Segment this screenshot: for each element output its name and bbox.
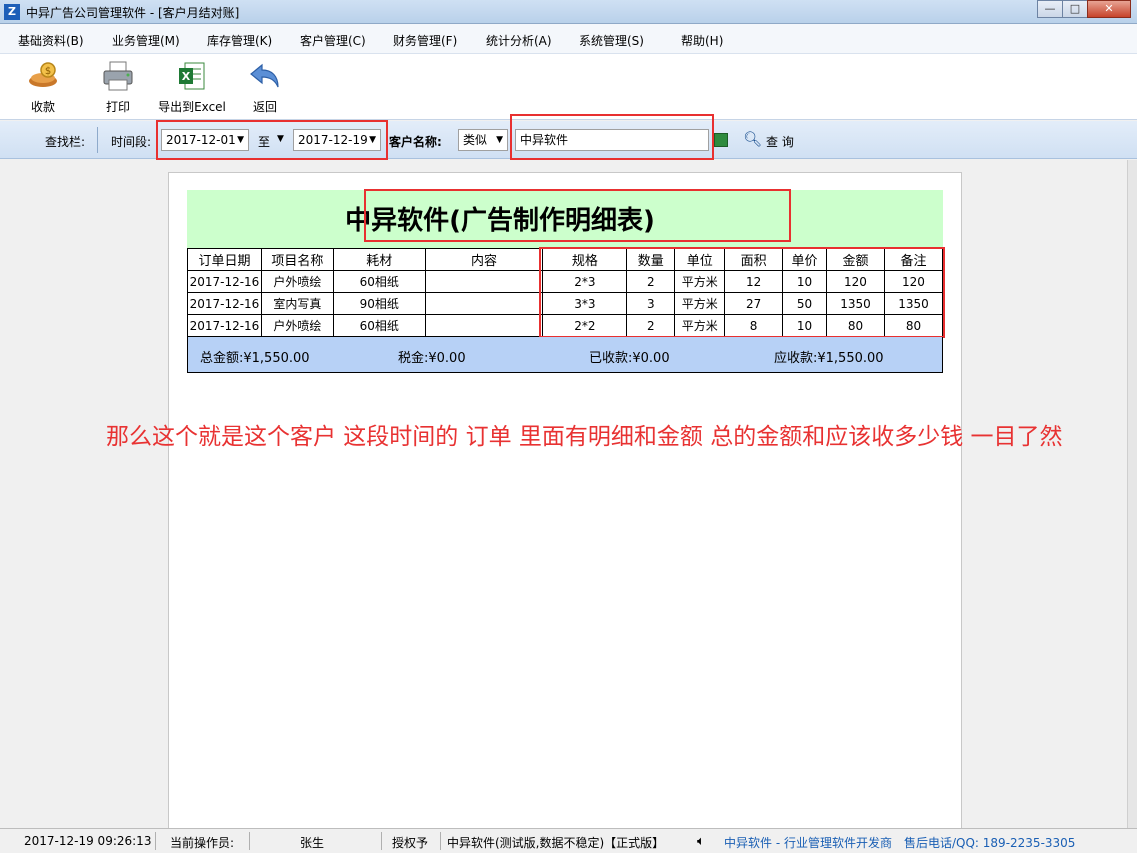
column-header: 内容: [424, 248, 544, 271]
menu-business[interactable]: 业务管理(M): [112, 32, 180, 49]
receive-label: 收款: [30, 100, 55, 114]
receivable-amount: 应收款:¥1,550.00: [774, 351, 884, 366]
print-label: 打印: [105, 100, 130, 114]
menu-finance[interactable]: 财务管理(F): [393, 32, 457, 49]
customer-name-label: 客户名称:: [389, 135, 442, 149]
received-amount: 已收款:¥0.00: [589, 351, 670, 366]
column-header: 耗材: [332, 248, 426, 271]
column-header: 订单日期: [187, 248, 262, 271]
back-arrow-icon: [247, 58, 283, 94]
license-label: 授权予: [392, 836, 429, 850]
status-divider: [440, 832, 441, 850]
excel-icon: X: [174, 58, 210, 94]
customer-name-highlight: [510, 114, 714, 160]
vendor-link[interactable]: 中异软件 - 行业管理软件开发商: [724, 834, 892, 851]
totals-bar: 总金额:¥1,550.00 税金:¥0.00 已收款:¥0.00 应收款:¥1,…: [187, 337, 943, 373]
status-datetime: 2017-12-19 09:26:13: [24, 834, 152, 848]
table-cell: 90相纸: [332, 292, 426, 315]
menu-inventory[interactable]: 库存管理(K): [207, 32, 272, 49]
app-logo-icon: Z: [4, 4, 20, 20]
export-label: 导出到Excel: [158, 100, 226, 114]
table-cell: [424, 292, 544, 315]
annotation-text: 那么这个就是这个客户 这段时间的 订单 里面有明细和金额 总的金额和应该收多少钱…: [106, 424, 1063, 450]
total-amount: 总金额:¥1,550.00: [200, 351, 310, 366]
search-icon[interactable]: 🔍︎: [743, 130, 762, 148]
minimize-button[interactable]: —: [1037, 0, 1063, 18]
search-bar-label: 查找栏:: [45, 135, 86, 149]
tax-amount: 税金:¥0.00: [398, 351, 466, 366]
report-title-highlight: [364, 189, 791, 242]
table-cell: 2017-12-16: [187, 270, 262, 293]
date-range-highlight: [156, 120, 388, 160]
detail-columns-highlight: [539, 247, 945, 338]
table-cell: 户外喷绘: [260, 314, 334, 337]
money-hand-icon: $: [25, 58, 61, 94]
printer-icon: [100, 58, 136, 94]
license-value: 中异软件(测试版,数据不稳定)【正式版】: [447, 836, 665, 850]
query-button[interactable]: 查 询: [766, 133, 794, 150]
speaker-icon: 🔈︎: [697, 834, 705, 849]
toolbar: $ 收款 打印 X 导出到Excel 返回: [0, 54, 1137, 120]
menu-basic-data[interactable]: 基础资料(B): [18, 32, 84, 49]
svg-text:$: $: [45, 66, 51, 77]
divider: [97, 127, 98, 153]
menu-help[interactable]: 帮助(H): [681, 32, 723, 49]
menu-statistics[interactable]: 统计分析(A): [486, 32, 552, 49]
close-button[interactable]: ✕: [1087, 0, 1131, 18]
maximize-button[interactable]: □: [1062, 0, 1088, 18]
window-controls: — □ ✕: [1037, 0, 1131, 18]
menu-customer[interactable]: 客户管理(C): [300, 32, 366, 49]
receive-button[interactable]: $ 收款: [8, 58, 78, 115]
table-cell: 2017-12-16: [187, 314, 262, 337]
title-bar: Z 中异广告公司管理软件 - [客户月结对账] — □ ✕: [0, 0, 1137, 24]
status-divider: [155, 832, 156, 850]
svg-text:X: X: [182, 70, 191, 83]
chevron-down-icon: ▼: [496, 135, 503, 145]
table-cell: [424, 314, 544, 337]
status-bar: 2017-12-19 09:26:13 当前操作员: 张生 授权予 中异软件(测…: [0, 828, 1137, 853]
back-button[interactable]: 返回: [230, 58, 300, 115]
table-cell: 60相纸: [332, 314, 426, 337]
table-cell: 2017-12-16: [187, 292, 262, 315]
support-contact: 售后电话/QQ: 189-2235-3305: [904, 836, 1076, 850]
status-divider: [249, 832, 250, 850]
status-divider: [381, 832, 382, 850]
match-mode-select[interactable]: 类似 ▼: [458, 129, 508, 151]
table-cell: [424, 270, 544, 293]
operator-label: 当前操作员:: [170, 836, 235, 850]
vertical-scrollbar[interactable]: [1127, 160, 1137, 828]
menu-bar: 基础资料(B) 业务管理(M) 库存管理(K) 客户管理(C) 财务管理(F) …: [0, 24, 1137, 54]
export-excel-button[interactable]: X 导出到Excel: [157, 58, 227, 115]
table-cell: 室内写真: [260, 292, 334, 315]
menu-system[interactable]: 系统管理(S): [579, 32, 644, 49]
table-cell: 户外喷绘: [260, 270, 334, 293]
window-title: 中异广告公司管理软件 - [客户月结对账]: [26, 6, 240, 20]
column-header: 项目名称: [260, 248, 334, 271]
customer-picker-icon[interactable]: [714, 133, 728, 147]
back-label: 返回: [252, 100, 277, 114]
operator-name: 张生: [300, 836, 325, 850]
period-label: 时间段:: [111, 135, 152, 149]
table-cell: 60相纸: [332, 270, 426, 293]
print-button[interactable]: 打印: [83, 58, 153, 115]
match-mode-value: 类似: [463, 133, 488, 147]
